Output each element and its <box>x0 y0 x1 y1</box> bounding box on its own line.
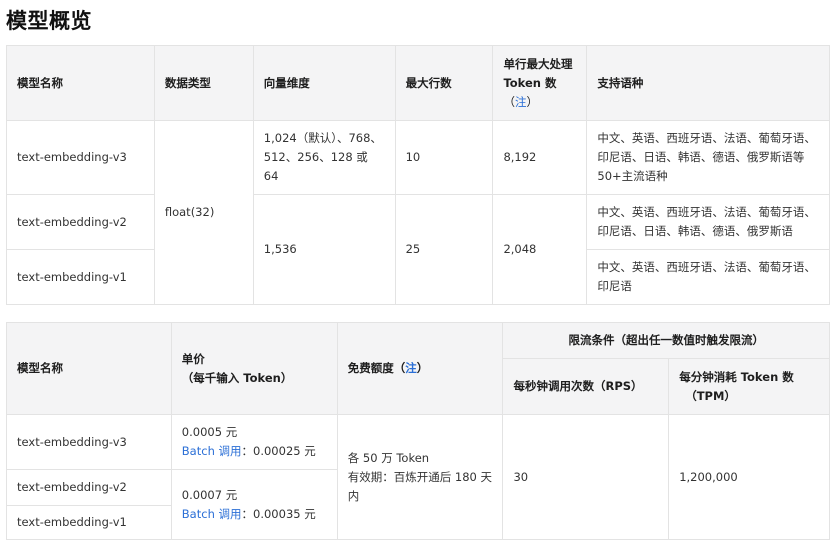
batch-price-value: ：0.00025 元 <box>241 444 316 458</box>
header-rps: 每秒钟调用次数（RPS） <box>502 358 670 415</box>
pricing-table: 模型名称 单价 （每千输入 Token） 免费额度（注） 限流条件（超出任一数值… <box>6 322 830 540</box>
free-quota-validity: 有效期：百炼开通后 180 天内 <box>347 469 493 503</box>
header-tpm-line1: 每分钟消耗 Token 数 <box>679 369 794 384</box>
note-open: （ <box>503 94 515 109</box>
note-link[interactable]: 注 <box>515 95 527 109</box>
header-max-rows: 最大行数 <box>394 45 494 121</box>
note-close: ） <box>526 94 538 109</box>
header-price-line2: （每千输入 Token） <box>181 370 293 385</box>
languages-cell: 中文、英语、西班牙语、法语、葡萄牙语、印尼语、日语、韩语、德语、俄罗斯语等50+… <box>586 120 830 195</box>
price-cell: 0.0005 元 Batch 调用：0.00025 元 <box>170 414 338 470</box>
model-name-cell: text-embedding-v2 <box>6 469 172 506</box>
max-rows-cell: 25 <box>394 194 494 305</box>
header-model-name: 模型名称 <box>6 322 172 415</box>
dimensions-cell: 1,024（默认）、768、512、256、128 或 64 <box>252 120 396 195</box>
header-tpm: 每分钟消耗 Token 数 （TPM） <box>668 358 830 415</box>
languages-cell: 中文、英语、西班牙语、法语、葡萄牙语、印尼语 <box>586 249 830 305</box>
header-tpm-line2: （TPM） <box>685 388 736 403</box>
tpm-value-cell: 1,200,000 <box>668 414 830 540</box>
free-quota-close: ） <box>416 361 429 375</box>
price-value: 0.0005 元 <box>181 425 238 439</box>
header-languages: 支持语种 <box>586 45 830 121</box>
table-header-row: 模型名称 单价 （每千输入 Token） 免费额度（注） 限流条件（超出任一数值… <box>6 322 830 415</box>
price-value: 0.0007 元 <box>181 487 238 502</box>
header-free-quota: 免费额度（注） <box>336 322 504 415</box>
free-quota-cell: 各 50 万 Token 有效期：百炼开通后 180 天内 <box>336 414 504 540</box>
model-name-cell: text-embedding-v3 <box>6 414 172 470</box>
header-max-tokens: 单行最大处理 Token 数 （注） <box>492 45 588 121</box>
header-price: 单价 （每千输入 Token） <box>170 322 338 415</box>
model-spec-table: 模型名称 数据类型 向量维度 最大行数 单行最大处理 Token 数 （注） 支… <box>6 45 830 305</box>
free-quota-label: 免费额度（ <box>347 361 406 375</box>
rps-value-cell: 30 <box>502 414 670 540</box>
dimensions-cell: 1,536 <box>252 194 396 305</box>
header-rate-limit: 限流条件（超出任一数值时触发限流） <box>502 322 830 359</box>
batch-call-link[interactable]: Batch 调用 <box>182 444 242 458</box>
header-model-name: 模型名称 <box>6 45 155 121</box>
max-rows-cell: 10 <box>394 120 494 195</box>
page-title: 模型概览 <box>6 9 92 33</box>
header-price-line1: 单价 <box>181 351 205 366</box>
max-tokens-cell: 8,192 <box>492 120 588 195</box>
table-row: text-embedding-v2 1,536 25 2,048 中文、英语、西… <box>6 194 830 305</box>
table-row: text-embedding-v3 float(32) 1,024（默认）、76… <box>6 120 830 305</box>
languages-cell: 中文、英语、西班牙语、法语、葡萄牙语、印尼语、日语、韩语、德语、俄罗斯语 <box>586 194 830 250</box>
model-name-cell: text-embedding-v2 <box>6 194 155 250</box>
table-header-row: 模型名称 数据类型 向量维度 最大行数 单行最大处理 Token 数 （注） 支… <box>6 45 830 121</box>
header-max-tokens-line2: Token 数 <box>503 75 557 90</box>
batch-price-value: ：0.00035 元 <box>241 506 316 521</box>
model-name-cell: text-embedding-v1 <box>6 505 172 540</box>
price-cell: 0.0007 元 Batch 调用：0.00035 元 <box>170 469 338 540</box>
header-data-type: 数据类型 <box>153 45 254 121</box>
header-vector-dim: 向量维度 <box>252 45 396 121</box>
data-type-cell: float(32) <box>153 120 254 305</box>
model-name-cell: text-embedding-v1 <box>6 249 155 305</box>
free-quota-amount: 各 50 万 Token <box>347 450 430 465</box>
table-row: text-embedding-v3 0.0005 元 Batch 调用：0.00… <box>6 414 830 540</box>
model-name-cell: text-embedding-v3 <box>6 120 155 195</box>
batch-call-link[interactable]: Batch 调用 <box>182 507 242 521</box>
header-max-tokens-line1: 单行最大处理 <box>503 56 573 71</box>
free-quota-note-link[interactable]: 注 <box>405 361 417 375</box>
max-tokens-cell: 2,048 <box>492 194 588 305</box>
